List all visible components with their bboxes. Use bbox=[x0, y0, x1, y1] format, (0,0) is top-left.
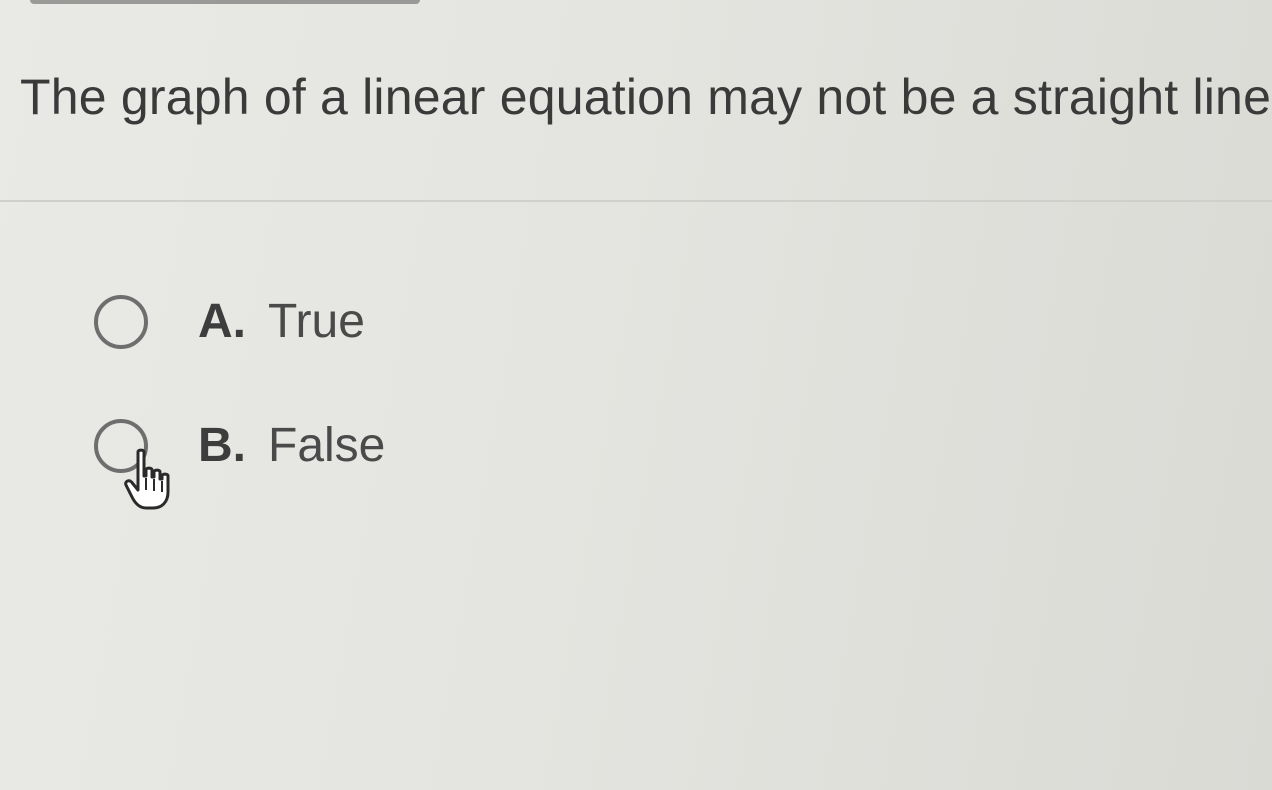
radio-button-a[interactable] bbox=[94, 294, 148, 349]
option-label-a: True bbox=[268, 295, 365, 348]
option-letter-a: A. bbox=[198, 295, 246, 348]
option-label-b: False bbox=[268, 419, 386, 472]
question-text: The graph of a linear equation may not b… bbox=[20, 69, 1272, 125]
answer-option-a[interactable]: A. True bbox=[94, 294, 365, 349]
cropped-header-text bbox=[30, 0, 420, 4]
question-divider bbox=[0, 200, 1272, 202]
option-letter-b: B. bbox=[198, 419, 246, 472]
hand-pointer-icon bbox=[124, 448, 170, 510]
